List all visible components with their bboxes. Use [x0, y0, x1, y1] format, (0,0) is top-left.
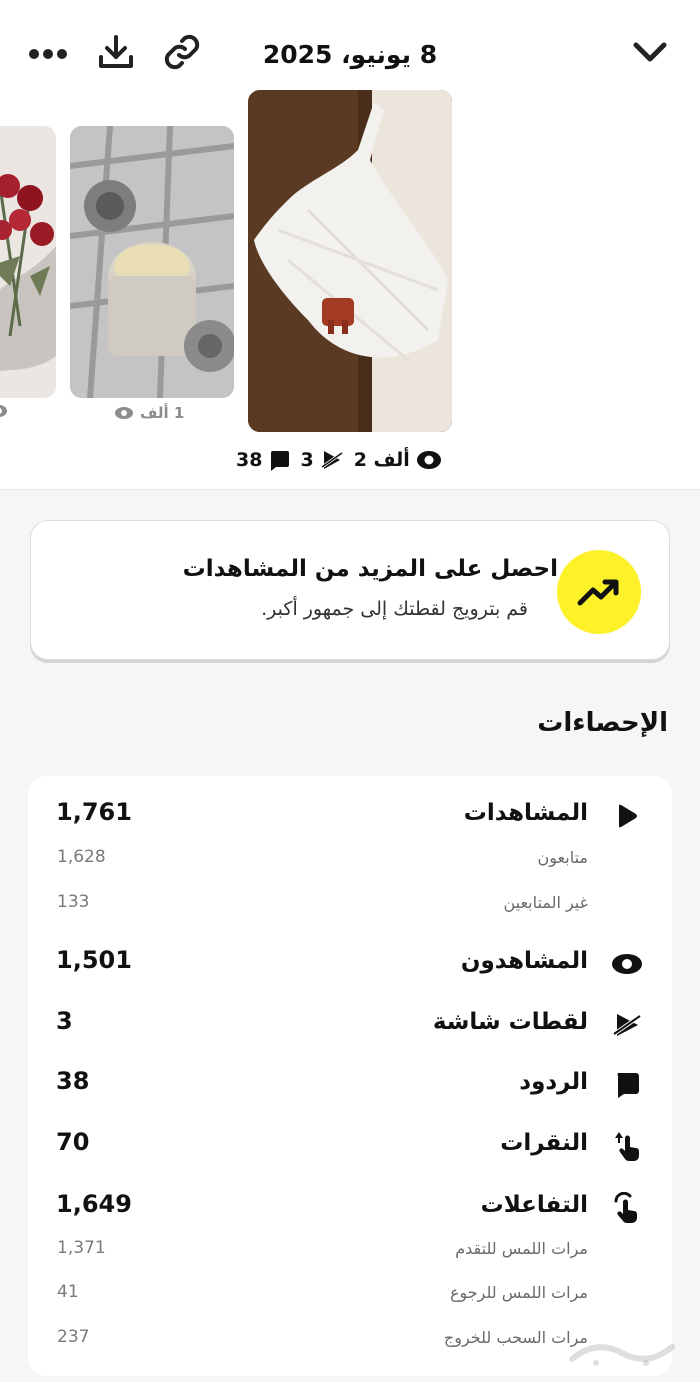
sub-metric-label: مرات اللمس للتقدم — [455, 1239, 588, 1258]
kitchen-views: 1 ألف — [114, 404, 184, 422]
metric-label: المشاهدات — [463, 800, 588, 826]
link-icon — [163, 33, 201, 75]
views-stat: 2 ألف — [354, 449, 442, 471]
metric-followers: متابعون 1,628 — [0, 846, 700, 872]
kitchen-views-count: 1 ألف — [140, 404, 185, 422]
watermark-logo — [566, 1335, 676, 1376]
metric-interactions: التفاعلات 1,649 — [0, 1190, 700, 1226]
link-button[interactable] — [160, 32, 204, 76]
eye-icon — [115, 407, 133, 419]
metric-taps: النقرات 70 — [0, 1128, 700, 1164]
metric-label: لقطات شاشة — [432, 1009, 588, 1035]
metric-viewers: المشاهدون 1,501 — [0, 946, 700, 982]
roses-views-eye — [0, 404, 8, 418]
promote-subtitle: قم بترويج لقطتك إلى جمهور أكبر. — [261, 598, 528, 620]
story-thumbnail-roses[interactable] — [0, 126, 56, 398]
white-top-image — [248, 90, 452, 432]
selected-story-stats: 38 3 2 ألف — [236, 444, 442, 476]
touch-icon — [610, 1190, 644, 1226]
stats-section-title: الإحصاءات — [537, 708, 668, 738]
screenshot-icon — [610, 1007, 644, 1043]
tap-icon — [610, 1128, 644, 1164]
sub-metric-value: 41 — [57, 1282, 79, 1302]
sub-metric-label: غير المتابعين — [503, 893, 588, 912]
story-thumbnail-selected[interactable] — [248, 90, 452, 432]
eye-icon — [416, 451, 441, 469]
metric-value: 1,649 — [56, 1190, 132, 1218]
metric-replies: الردود 38 — [0, 1067, 700, 1103]
promote-button[interactable] — [557, 550, 641, 634]
metric-label: التفاعلات — [480, 1192, 588, 1218]
download-button[interactable] — [94, 32, 138, 76]
story-thumbnail-kitchen[interactable] — [70, 126, 234, 398]
more-button[interactable] — [26, 32, 70, 76]
promote-card[interactable] — [30, 520, 670, 660]
metric-value: 70 — [56, 1128, 90, 1156]
roses-image — [0, 126, 56, 398]
sub-metric-label: مرات اللمس للرجوع — [449, 1283, 588, 1302]
metric-tap-forward: مرات اللمس للتقدم 1,371 — [0, 1237, 700, 1263]
kitchen-stove-image — [70, 126, 234, 398]
sub-metric-value: 1,628 — [57, 847, 106, 867]
screenshots-count: 3 — [300, 449, 314, 471]
metric-tap-back: مرات اللمس للرجوع 41 — [0, 1281, 700, 1307]
eye-icon — [0, 405, 7, 417]
story-header-panel: 8 يونيو، 2025 1 ألف 38 3 2 ألف — [0, 0, 700, 490]
story-date: 8 يونيو، 2025 — [262, 40, 438, 69]
metric-value: 1,501 — [56, 946, 132, 974]
sub-metric-value: 1,371 — [57, 1238, 106, 1258]
sub-metric-label: متابعون — [537, 848, 588, 867]
trending-up-icon — [577, 579, 619, 606]
download-icon — [97, 33, 135, 75]
views-count: 2 ألف — [353, 449, 410, 471]
more-icon — [28, 45, 68, 64]
metric-non-followers: غير المتابعين 133 — [0, 891, 700, 917]
metric-label: الردود — [519, 1069, 588, 1095]
metric-value: 38 — [56, 1067, 90, 1095]
metric-screenshots: لقطات شاشة 3 — [0, 1007, 700, 1043]
chevron-down-icon — [632, 40, 668, 68]
metric-label: النقرات — [500, 1130, 588, 1156]
screenshot-icon — [320, 451, 343, 469]
metric-label: المشاهدون — [460, 948, 588, 974]
eye-icon — [610, 946, 644, 982]
play-icon — [610, 798, 644, 834]
replies-stat: 38 — [236, 449, 290, 471]
screenshots-stat: 3 — [300, 449, 343, 471]
chat-icon — [610, 1067, 644, 1103]
promote-title: احصل على المزيد من المشاهدات — [182, 556, 558, 582]
sub-metric-value: 133 — [57, 892, 90, 912]
metric-views: المشاهدات 1,761 — [0, 798, 700, 834]
sub-metric-value: 237 — [57, 1327, 90, 1347]
metric-value: 3 — [56, 1007, 73, 1035]
replies-count: 38 — [236, 449, 263, 471]
chat-icon — [271, 451, 290, 471]
metric-value: 1,761 — [56, 798, 132, 826]
collapse-button[interactable] — [628, 32, 672, 76]
